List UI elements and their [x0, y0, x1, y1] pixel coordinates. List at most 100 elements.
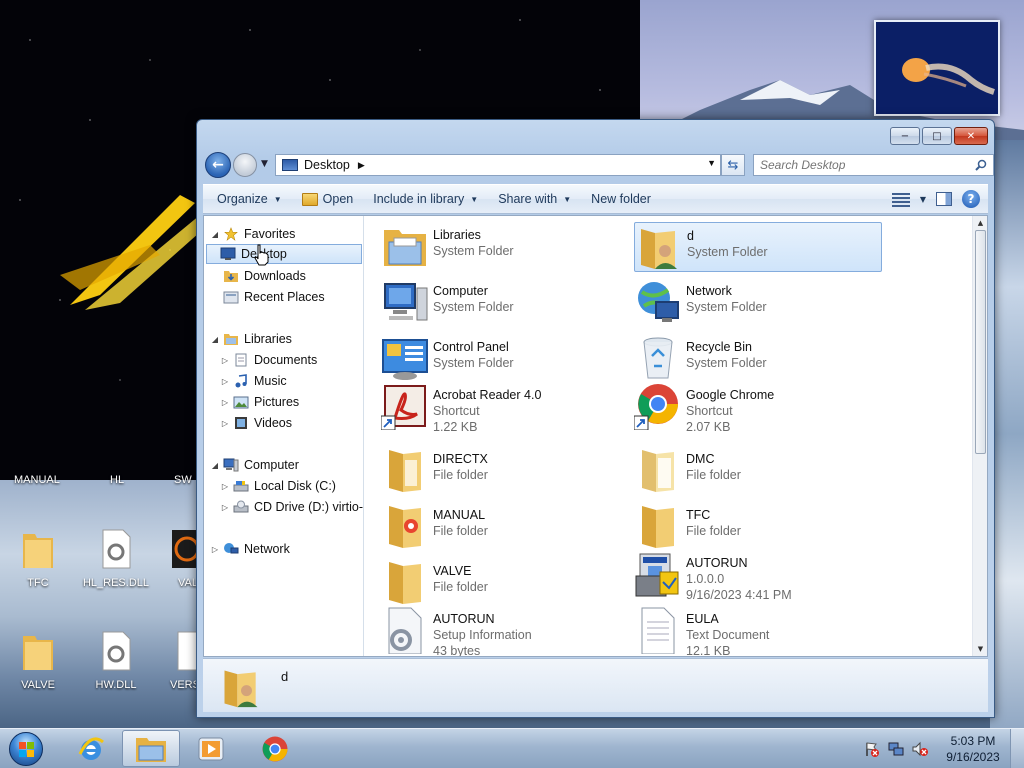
expand-triangle-icon[interactable]: ▷	[220, 503, 230, 512]
preview-pane-icon[interactable]	[936, 192, 952, 206]
file-item-autorun-exe[interactable]: AUTORUN 1.0.0.0 9/16/2023 4:41 PM	[634, 550, 882, 608]
nav-local-disk[interactable]: ▷ Local Disk (C:)	[220, 476, 336, 496]
nav-network[interactable]: ▷ Network	[210, 539, 290, 559]
file-item-tfc[interactable]: TFC File folder	[634, 502, 882, 552]
desktop-icon-label: VERS	[170, 679, 196, 691]
organize-button[interactable]: Organize ▼	[203, 185, 292, 213]
expand-triangle-icon[interactable]: ▷	[220, 377, 230, 386]
address-bar[interactable]: Desktop ▶ ▼	[275, 154, 721, 176]
expand-triangle-icon[interactable]: ▷	[210, 545, 220, 554]
file-item-valve[interactable]: VALVE File folder	[381, 558, 629, 608]
change-view-icon[interactable]	[891, 191, 910, 207]
vertical-scrollbar[interactable]: ▲ ▼	[972, 216, 987, 656]
scroll-up-arrow-icon[interactable]: ▲	[973, 216, 988, 230]
nav-cd-drive[interactable]: ▷ CD Drive (D:) virtio-w	[220, 497, 364, 517]
file-name: d	[687, 229, 694, 243]
file-item-libraries[interactable]: Libraries System Folder	[381, 222, 629, 272]
file-item-eula[interactable]: EULA Text Document 12.1 KB	[634, 606, 882, 656]
folder-icon	[23, 534, 53, 568]
include-in-library-button[interactable]: Include in library ▼	[363, 185, 488, 213]
nav-videos[interactable]: ▷ Videos	[220, 413, 292, 433]
start-button[interactable]	[4, 730, 48, 768]
desktop-icon-tfc[interactable]: TFC	[2, 528, 74, 589]
file-item-acrobat-reader[interactable]: Acrobat Reader 4.0 Shortcut 1.22 KB	[381, 382, 629, 440]
action-center-flag-icon[interactable]	[864, 741, 880, 757]
file-item-google-chrome[interactable]: Google Chrome Shortcut 2.07 KB	[634, 382, 882, 440]
close-button[interactable]: ✕	[954, 127, 988, 145]
nav-favorites[interactable]: ◢ Favorites	[210, 224, 295, 244]
nav-documents[interactable]: ▷ Documents	[220, 350, 317, 370]
nav-computer[interactable]: ◢ Computer	[210, 455, 299, 475]
scrollbar-thumb[interactable]	[975, 230, 986, 454]
nav-recent-places[interactable]: Recent Places	[220, 287, 325, 307]
open-button[interactable]: Open	[292, 185, 364, 213]
show-desktop-button[interactable]	[1010, 729, 1024, 768]
system-clock[interactable]: 5:03 PM 9/16/2023	[936, 733, 1010, 765]
address-crumb-desktop[interactable]: Desktop	[304, 158, 350, 172]
collapse-triangle-icon[interactable]: ◢	[210, 230, 220, 239]
file-name: DMC	[686, 452, 715, 466]
refresh-button[interactable]: ⇆	[721, 154, 745, 176]
volume-muted-icon[interactable]	[912, 741, 928, 757]
share-with-button[interactable]: Share with ▼	[488, 185, 581, 213]
expand-triangle-icon[interactable]: ▷	[220, 419, 230, 428]
nav-libraries[interactable]: ◢ Libraries	[210, 329, 292, 349]
folder-icon	[389, 562, 421, 604]
new-folder-button[interactable]: New folder	[581, 185, 661, 213]
forward-button[interactable]	[233, 153, 257, 177]
chevron-down-icon[interactable]: ▼	[920, 195, 926, 204]
file-item-dmc[interactable]: DMC File folder	[634, 446, 882, 496]
file-name: Computer	[433, 284, 488, 298]
expand-triangle-icon[interactable]: ▷	[220, 398, 230, 407]
breadcrumb-chevron-icon[interactable]: ▶	[358, 160, 365, 171]
taskbar-windows-explorer[interactable]	[122, 730, 180, 767]
details-item-name: d	[281, 669, 289, 684]
explorer-window[interactable]: − □ ✕ ← ▼ Desktop ▶ ▼ ⇆ Organize ▼ Open I…	[196, 119, 995, 718]
command-bar: Organize ▼ Open Include in library ▼ Share…	[203, 184, 988, 214]
desktop-label-hl[interactable]: HL	[110, 474, 124, 486]
desktop-icon-valve[interactable]: VAL	[160, 528, 196, 589]
nav-downloads[interactable]: Downloads	[220, 266, 306, 286]
file-item-directx[interactable]: DIRECTX File folder	[381, 446, 629, 496]
search-input[interactable]	[760, 158, 960, 172]
file-item-control-panel[interactable]: Control Panel System Folder	[381, 334, 629, 384]
collapse-triangle-icon[interactable]: ◢	[210, 461, 220, 470]
desktop-label-manual[interactable]: MANUAL	[14, 474, 60, 486]
file-item-recycle-bin[interactable]: Recycle Bin System Folder	[634, 334, 882, 384]
back-button[interactable]: ←	[205, 152, 231, 178]
taskbar: 5:03 PM 9/16/2023	[0, 728, 1024, 768]
recent-pages-dropdown[interactable]: ▼	[261, 159, 268, 169]
file-item-autorun-inf[interactable]: AUTORUN Setup Information 43 bytes	[381, 606, 629, 656]
maximize-button[interactable]: □	[922, 127, 952, 145]
nav-desktop[interactable]: Desktop	[206, 244, 362, 264]
desktop-icon-hw-dll[interactable]: HW.DLL	[80, 630, 152, 691]
file-item-d[interactable]: d System Folder	[634, 222, 882, 272]
desktop-icon-version[interactable]: VERS	[160, 630, 196, 691]
nav-music[interactable]: ▷ Music	[220, 371, 287, 391]
help-icon[interactable]: ?	[962, 190, 980, 208]
taskbar-media-player[interactable]	[182, 730, 240, 767]
expand-triangle-icon[interactable]: ▷	[220, 482, 230, 491]
taskbar-google-chrome[interactable]	[246, 730, 304, 767]
network-status-icon[interactable]	[888, 741, 904, 757]
taskbar-thumbnail-preview[interactable]	[874, 20, 1000, 116]
star-icon	[224, 227, 238, 241]
file-list-pane: Libraries System Folder d System Folder Co…	[365, 216, 974, 656]
file-size: 12.1 KB	[686, 644, 731, 656]
scroll-down-arrow-icon[interactable]: ▼	[973, 642, 988, 656]
file-item-manual[interactable]: MANUAL File folder	[381, 502, 629, 552]
search-box[interactable]	[753, 154, 994, 176]
nav-label: CD Drive (D:) virtio-w	[254, 500, 364, 514]
desktop-label-sw[interactable]: SW	[174, 474, 192, 486]
nav-pictures[interactable]: ▷ Pictures	[220, 392, 299, 412]
file-item-network[interactable]: Network System Folder	[634, 278, 882, 328]
address-dropdown-icon[interactable]: ▼	[707, 158, 716, 168]
desktop-icon-hl-res-dll[interactable]: HL_RES.DLL	[80, 528, 152, 589]
search-icon[interactable]	[975, 159, 987, 171]
minimize-button[interactable]: −	[890, 127, 920, 145]
collapse-triangle-icon[interactable]: ◢	[210, 335, 220, 344]
expand-triangle-icon[interactable]: ▷	[220, 356, 230, 365]
desktop-icon-valve-folder[interactable]: VALVE	[2, 630, 74, 691]
file-item-computer[interactable]: Computer System Folder	[381, 278, 629, 328]
taskbar-internet-explorer[interactable]	[62, 730, 120, 767]
